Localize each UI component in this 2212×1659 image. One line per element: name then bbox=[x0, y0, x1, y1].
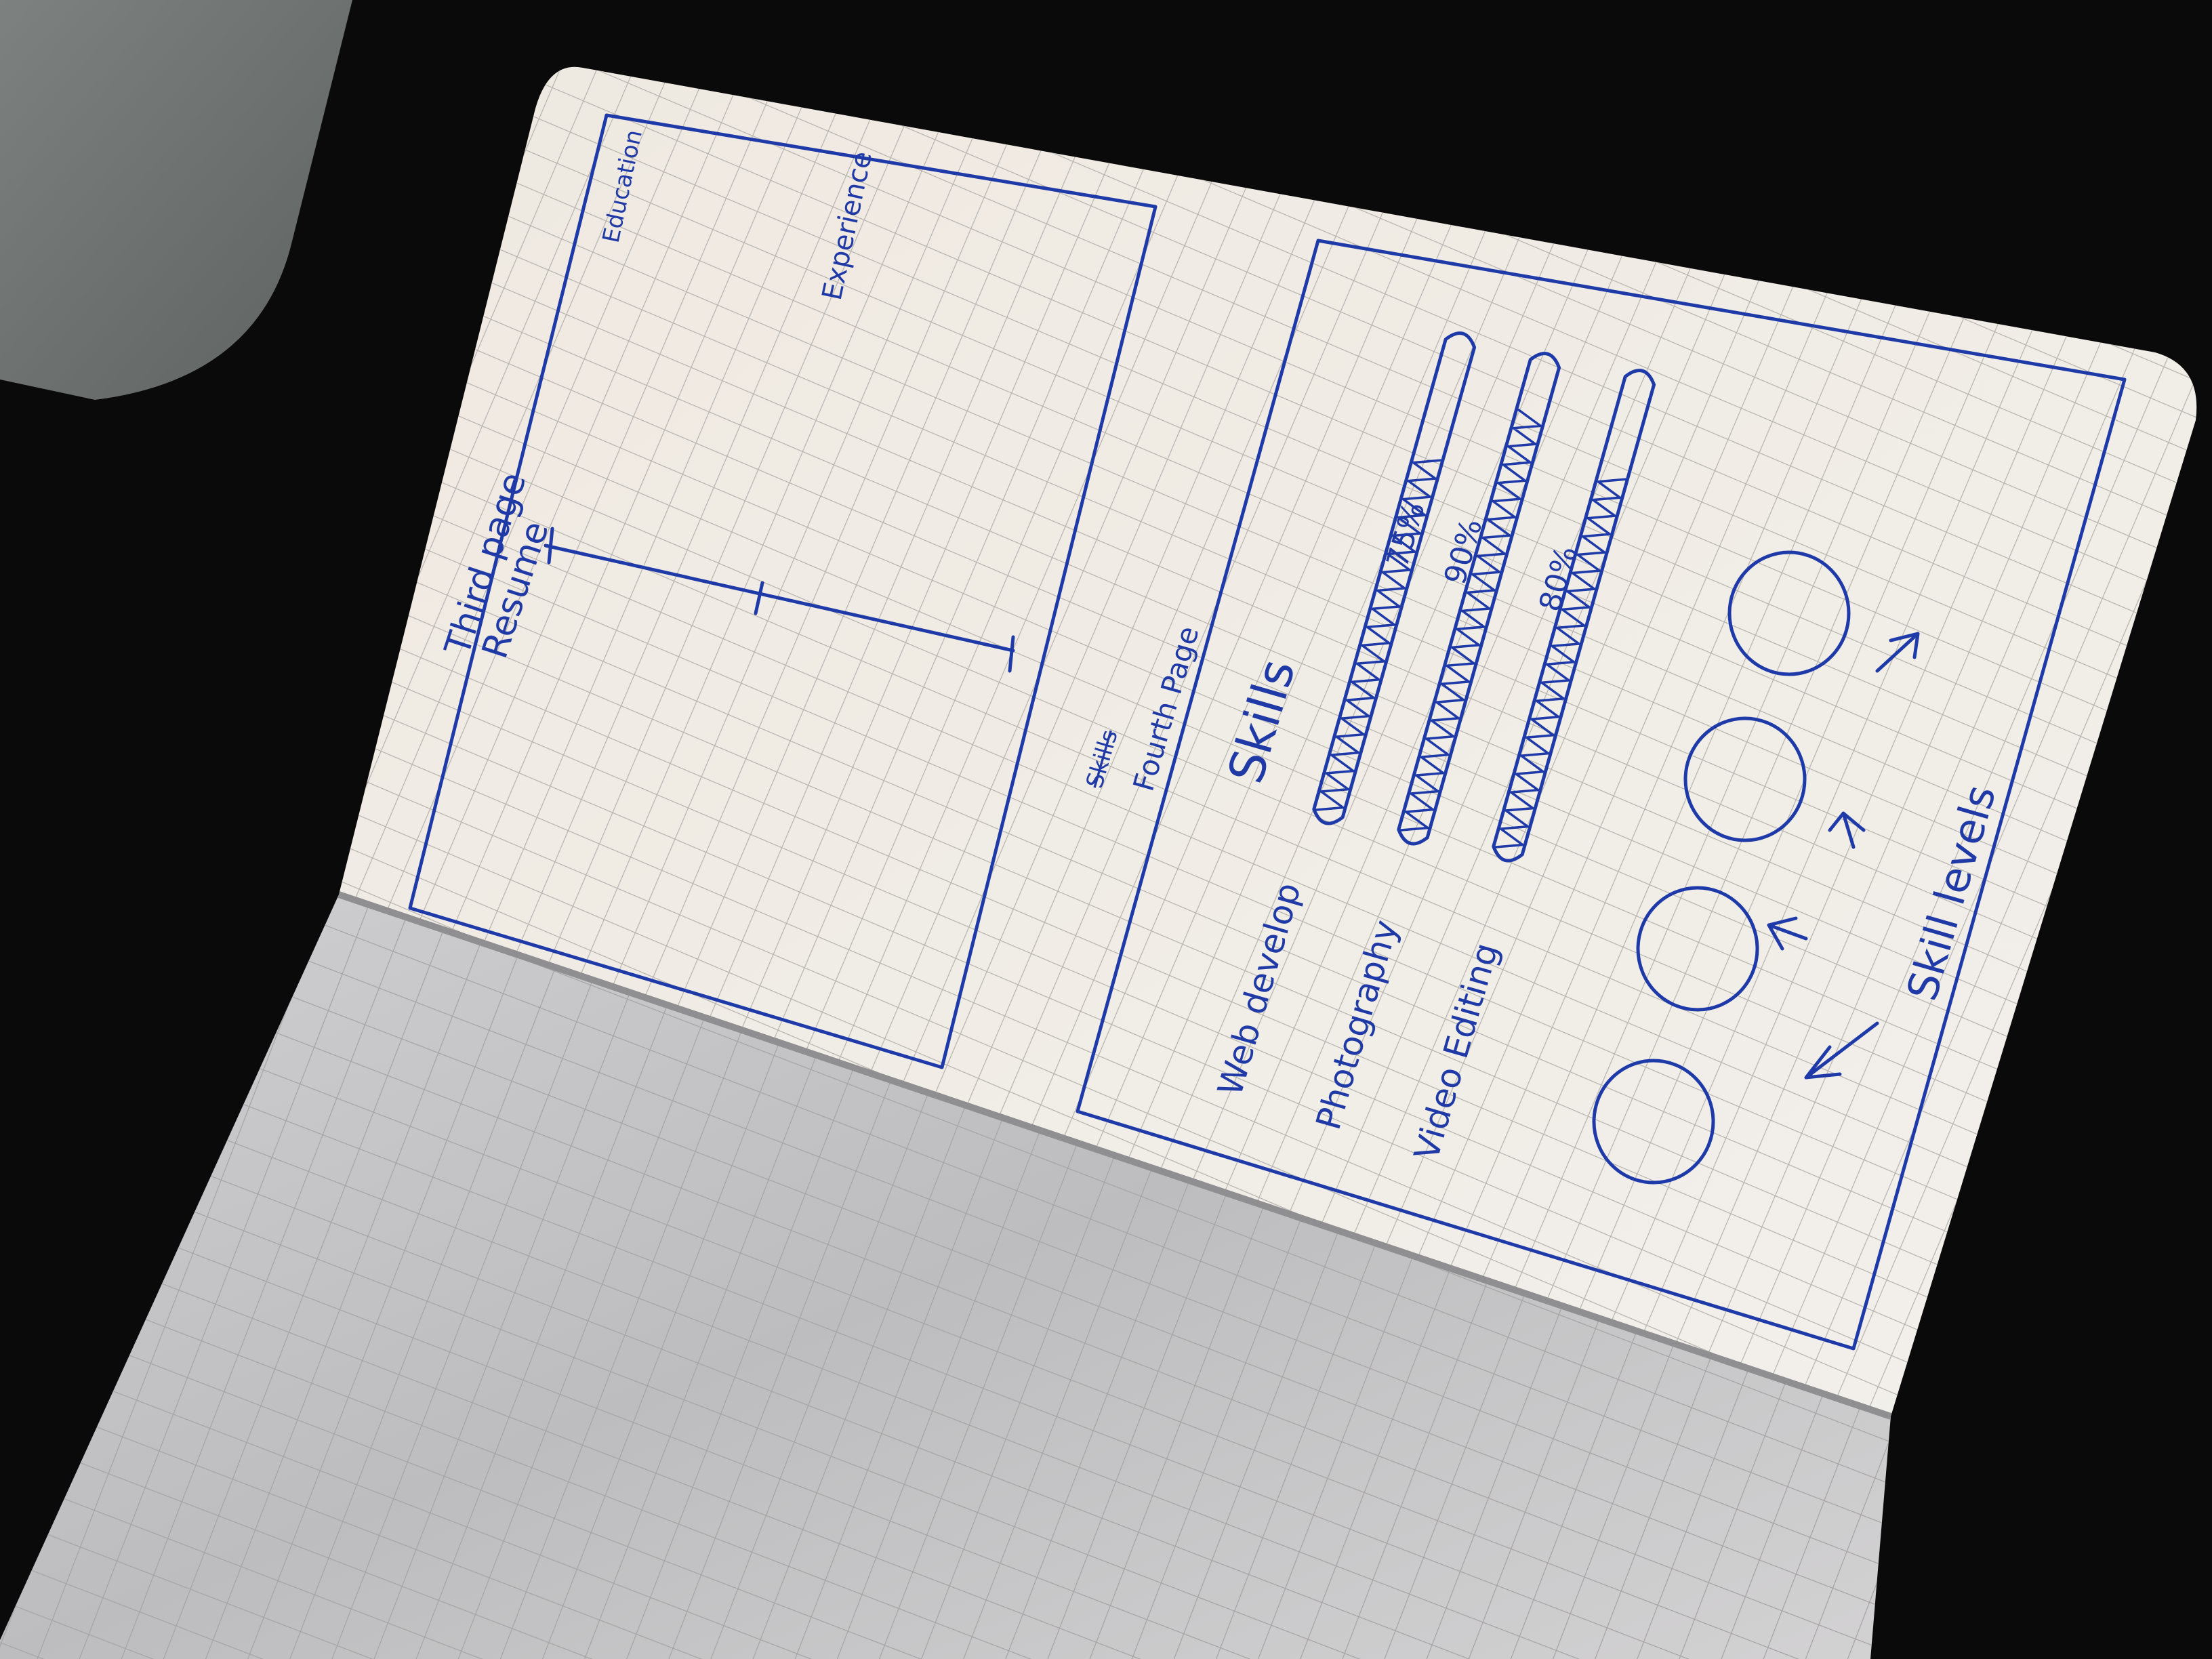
mouse bbox=[0, 0, 352, 400]
photo-scene: Third page Resume Education Experience S… bbox=[0, 0, 2197, 1659]
